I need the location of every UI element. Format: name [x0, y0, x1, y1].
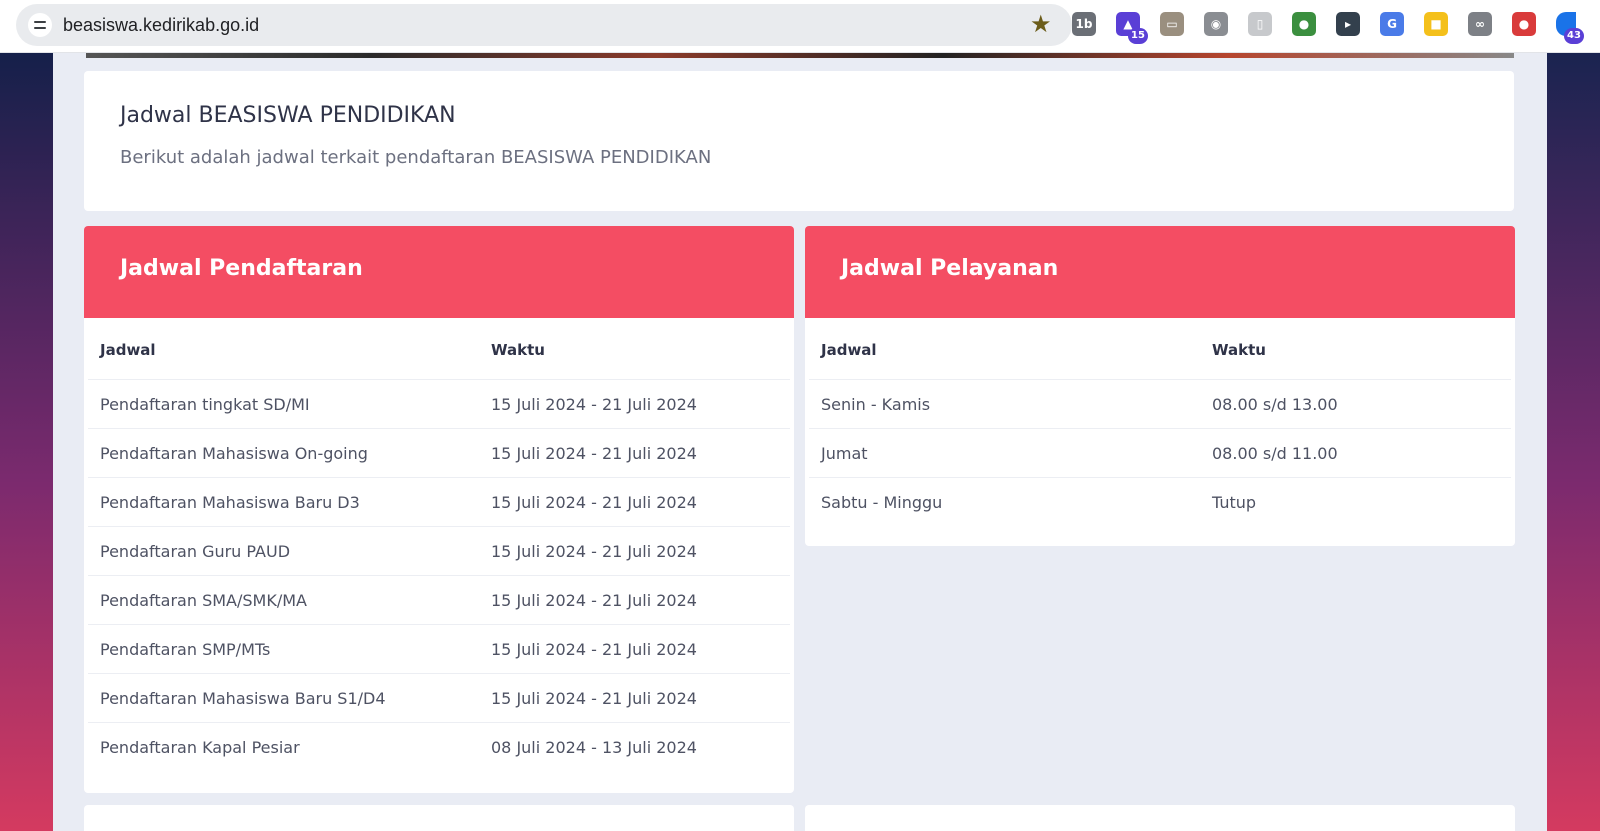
extension-glyph: ◉: [1210, 17, 1222, 31]
column-header-jadwal: Jadwal: [821, 341, 877, 359]
table-row: Pendaftaran SMP/MTs 15 Juli 2024 - 21 Jul…: [88, 625, 790, 674]
card-title: Jadwal Pendaftaran: [120, 256, 363, 281]
table-row: Pendaftaran tingkat SD/MI 15 Juli 2024 - …: [88, 380, 790, 429]
intro-card: Jadwal BEASISWA PENDIDIKAN Berikut adala…: [84, 71, 1514, 211]
cell-waktu: 15 Juli 2024 - 21 Juli 2024: [491, 640, 697, 659]
extension-glyph: ▯: [1256, 17, 1264, 31]
extension-glyph: ▸: [1344, 17, 1352, 31]
keep-extension-icon[interactable]: ■: [1424, 12, 1448, 36]
cell-jadwal: Pendaftaran Mahasiswa Baru D3: [100, 493, 360, 512]
table-row: Pendaftaran Mahasiswa Baru S1/D4 15 Juli …: [88, 674, 790, 723]
site-info-icon[interactable]: [28, 13, 52, 37]
cell-waktu: 15 Juli 2024 - 21 Juli 2024: [491, 591, 697, 610]
page-subtitle: Berikut adalah jadwal terkait pendaftara…: [120, 147, 712, 168]
table-row: Pendaftaran SMA/SMK/MA 15 Juli 2024 - 21 …: [88, 576, 790, 625]
cell-waktu: 15 Juli 2024 - 21 Juli 2024: [491, 395, 697, 414]
cell-waktu: 08.00 s/d 11.00: [1212, 444, 1338, 463]
page-background-right: [1547, 53, 1600, 831]
cell-jadwal: Pendaftaran Guru PAUD: [100, 542, 291, 561]
cell-waktu: 15 Juli 2024 - 21 Juli 2024: [491, 444, 697, 463]
page-title: Jadwal BEASISWA PENDIDIKAN: [120, 103, 456, 128]
cell-jadwal: Senin - Kamis: [821, 395, 931, 414]
table-row: Jumat 08.00 s/d 11.00: [809, 429, 1511, 478]
extension-glyph: G: [1387, 17, 1397, 31]
pelayanan-table: Jadwal Waktu Senin - Kamis 08.00 s/d 13.0…: [805, 318, 1515, 527]
table-row: Pendaftaran Mahasiswa On-going 15 Juli 20…: [88, 429, 790, 478]
extension-badge: 43: [1564, 28, 1584, 44]
extension-badge: 15: [1128, 28, 1148, 44]
next-card-left: [84, 805, 794, 831]
extension-glyph: ●: [1518, 17, 1530, 31]
cursor-extension-icon[interactable]: ▸: [1336, 12, 1360, 36]
cell-jadwal: Pendaftaran SMA/SMK/MA: [100, 591, 307, 610]
globe-extension-icon[interactable]: ●: [1292, 12, 1316, 36]
camera-extension-icon[interactable]: ◉: [1204, 12, 1228, 36]
next-card-right: [805, 805, 1515, 831]
extension-glyph: 1b: [1075, 17, 1093, 31]
cell-jadwal: Pendaftaran SMP/MTs: [100, 640, 271, 659]
column-header-waktu: Waktu: [1212, 341, 1266, 359]
card-header: Jadwal Pelayanan: [805, 226, 1515, 318]
cell-waktu: 15 Juli 2024 - 21 Juli 2024: [491, 689, 697, 708]
column-header-waktu: Waktu: [491, 341, 545, 359]
window-extension-icon[interactable]: ▭: [1160, 12, 1184, 36]
extension-glyph: ●: [1298, 17, 1310, 31]
cell-jadwal: Pendaftaran Mahasiswa On-going: [100, 444, 368, 463]
table-row: Pendaftaran Kapal Pesiar 08 Juli 2024 - 1…: [88, 723, 790, 772]
cell-jadwal: Jumat: [821, 444, 868, 463]
cell-waktu: Tutup: [1212, 493, 1257, 512]
cell-jadwal: Pendaftaran Kapal Pesiar: [100, 738, 300, 757]
pendaftaran-table: Jadwal Waktu Pendaftaran tingkat SD/MI 15…: [84, 318, 794, 772]
table-row: Sabtu - Minggu Tutup: [809, 478, 1511, 527]
column-header-jadwal: Jadwal: [100, 341, 156, 359]
cell-waktu: 15 Juli 2024 - 21 Juli 2024: [491, 542, 697, 561]
extension-glyph: ■: [1430, 17, 1442, 31]
page-background-left: [0, 53, 53, 831]
graduation-cap-extension-icon[interactable]: ▲ 15: [1116, 12, 1148, 44]
cell-jadwal: Pendaftaran tingkat SD/MI: [100, 395, 310, 414]
card-title: Jadwal Pelayanan: [841, 256, 1059, 281]
jadwal-pendaftaran-card: Jadwal Pendaftaran Jadwal Waktu Pendafta…: [84, 226, 794, 793]
link-extension-icon[interactable]: ∞: [1468, 12, 1492, 36]
browser-toolbar: beasiswa.kedirikab.go.id ★ 1b ▲ 15 ▭ ◉ ▯ ● ▸ G ■ ∞…: [0, 0, 1600, 53]
card-header: Jadwal Pendaftaran: [84, 226, 794, 318]
address-bar[interactable]: beasiswa.kedirikab.go.id ★: [16, 4, 1072, 46]
cell-waktu: 08.00 s/d 13.00: [1212, 395, 1338, 414]
cell-jadwal: Pendaftaran Mahasiswa Baru S1/D4: [100, 689, 386, 708]
page-extension-icon[interactable]: ▯: [1248, 12, 1272, 36]
cell-jadwal: Sabtu - Minggu: [821, 493, 943, 512]
bookmark-star-icon[interactable]: ★: [1030, 12, 1052, 36]
table-row: Pendaftaran Guru PAUD 15 Juli 2024 - 21 J…: [88, 527, 790, 576]
table-row: Senin - Kamis 08.00 s/d 13.00: [809, 380, 1511, 429]
extension-glyph: ∞: [1475, 17, 1485, 31]
pokeball-extension-icon[interactable]: ●: [1512, 12, 1536, 36]
cell-waktu: 15 Juli 2024 - 21 Juli 2024: [491, 493, 697, 512]
jadwal-pelayanan-card: Jadwal Pelayanan Jadwal Waktu Senin - Ka…: [805, 226, 1515, 546]
cell-waktu: 08 Juli 2024 - 13 Juli 2024: [491, 738, 697, 757]
extension-glyph: ▭: [1166, 17, 1178, 31]
table-header-row: Jadwal Waktu: [88, 318, 790, 380]
url-text[interactable]: beasiswa.kedirikab.go.id: [63, 15, 259, 36]
table-row: Pendaftaran Mahasiswa Baru D3 15 Juli 202…: [88, 478, 790, 527]
header-banner-image: [86, 53, 1514, 58]
1b-extension-icon[interactable]: 1b: [1072, 12, 1096, 36]
translate-extension-icon[interactable]: G: [1380, 12, 1404, 36]
table-header-row: Jadwal Waktu: [809, 318, 1511, 380]
extensions-badge-icon[interactable]: 43: [1556, 12, 1584, 44]
page-content: Jadwal BEASISWA PENDIDIKAN Berikut adala…: [53, 53, 1547, 831]
